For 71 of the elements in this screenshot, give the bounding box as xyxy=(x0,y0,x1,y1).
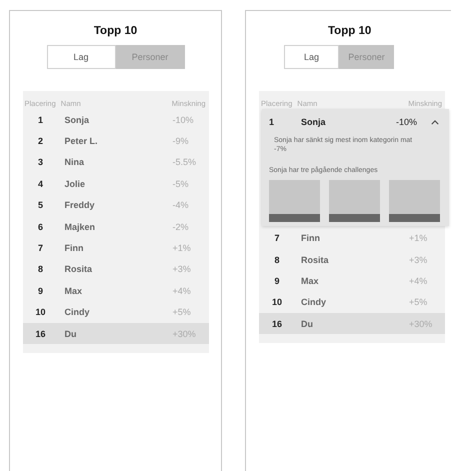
change-text: -5.5% xyxy=(172,157,198,168)
change-text: +3% xyxy=(409,254,428,265)
change-text: -2% xyxy=(172,222,190,232)
name-text: Freddy xyxy=(64,200,96,210)
name-text: Sonja xyxy=(64,114,90,125)
rank-text: 4 xyxy=(36,178,44,189)
leaderboard-row[interactable]: 10 Cindy +5% xyxy=(259,292,445,314)
name-text: Rosita xyxy=(64,264,94,274)
leaderboard-row[interactable]: 9 Max +4% xyxy=(22,280,208,302)
leaderboard-row[interactable]: 6 Majken -2% xyxy=(22,216,208,238)
rank-text: 5 xyxy=(36,200,44,210)
change-text: +4% xyxy=(409,276,428,286)
name-text: Rosita xyxy=(301,254,330,265)
leaderboard-row[interactable]: 4 Jolie -5% xyxy=(22,173,208,195)
name-text: Sonja xyxy=(301,117,327,127)
change-text: +5% xyxy=(172,307,192,318)
rank-text: 9 xyxy=(273,276,280,286)
challenge-card[interactable] xyxy=(269,180,320,222)
change-text: -5% xyxy=(172,178,190,189)
change-text: +1% xyxy=(409,233,428,244)
rank-text: 8 xyxy=(273,254,280,265)
leaderboard-row[interactable]: 5 Freddy -4% xyxy=(22,194,208,216)
rank-text: 9 xyxy=(36,286,44,296)
name-text: Cindy xyxy=(64,307,91,318)
change-text: +4% xyxy=(172,286,192,296)
change-text: -10% xyxy=(396,117,417,127)
rank-text: 1 xyxy=(269,117,276,127)
leaderboard-row[interactable]: 1 Sonja -10% xyxy=(22,109,208,130)
rank-text: 3 xyxy=(36,157,44,168)
leaderboard-row[interactable]: 9 Max +4% xyxy=(259,270,445,292)
name-text: Max xyxy=(301,276,320,286)
rank-text: 1 xyxy=(36,114,44,125)
change-text: -9% xyxy=(172,136,190,146)
change-text: -4% xyxy=(172,200,190,210)
leaderboard-row[interactable]: 7 Finn +1% xyxy=(259,228,445,249)
change-text: +3% xyxy=(172,264,192,274)
name-text: Nina xyxy=(64,157,86,168)
name-text: Du xyxy=(301,318,314,329)
name-text: Finn xyxy=(301,233,321,244)
rank-text: 8 xyxy=(36,264,44,274)
challenge-card[interactable] xyxy=(389,180,440,222)
leaderboard-row[interactable]: 8 Rosita +3% xyxy=(259,248,445,270)
leaderboard-row[interactable]: 2 Peter L. -9% xyxy=(22,130,208,152)
name-text: Du xyxy=(64,328,78,339)
rank-text: 16 xyxy=(270,318,283,329)
name-text: Majken xyxy=(64,222,96,232)
rank-text: 7 xyxy=(36,243,44,254)
leaderboard-row[interactable]: 7 Finn +1% xyxy=(22,237,208,259)
name-text: Max xyxy=(64,286,84,296)
rank-text: 16 xyxy=(34,328,46,339)
change-text: -10% xyxy=(172,114,195,125)
name-text: Finn xyxy=(64,243,84,254)
segment-tab[interactable]: Lag xyxy=(46,45,116,69)
screen-title: Topp 10 xyxy=(328,25,372,37)
leaderboard-row[interactable]: 8 Rosita +3% xyxy=(22,258,208,280)
screen-title: Topp 10 xyxy=(94,25,138,37)
rank-text: 6 xyxy=(36,222,44,232)
change-text: +5% xyxy=(409,297,428,308)
name-text: Cindy xyxy=(301,297,328,308)
leaderboard-row[interactable]: 3 Nina -5.5% xyxy=(22,152,208,174)
caret-icon[interactable] xyxy=(431,120,439,124)
segment-tab[interactable]: Lag xyxy=(284,45,339,69)
leaderboard-row[interactable]: 10 Cindy +5% xyxy=(22,302,208,323)
rank-text: 10 xyxy=(270,297,283,308)
rank-text: 10 xyxy=(34,307,46,318)
challenge-card[interactable] xyxy=(329,180,380,222)
rank-text: 2 xyxy=(36,136,44,146)
rank-text: 7 xyxy=(273,233,280,244)
name-text: Peter L. xyxy=(64,136,99,146)
name-text: Jolie xyxy=(64,178,86,189)
change-text: +1% xyxy=(172,243,192,254)
